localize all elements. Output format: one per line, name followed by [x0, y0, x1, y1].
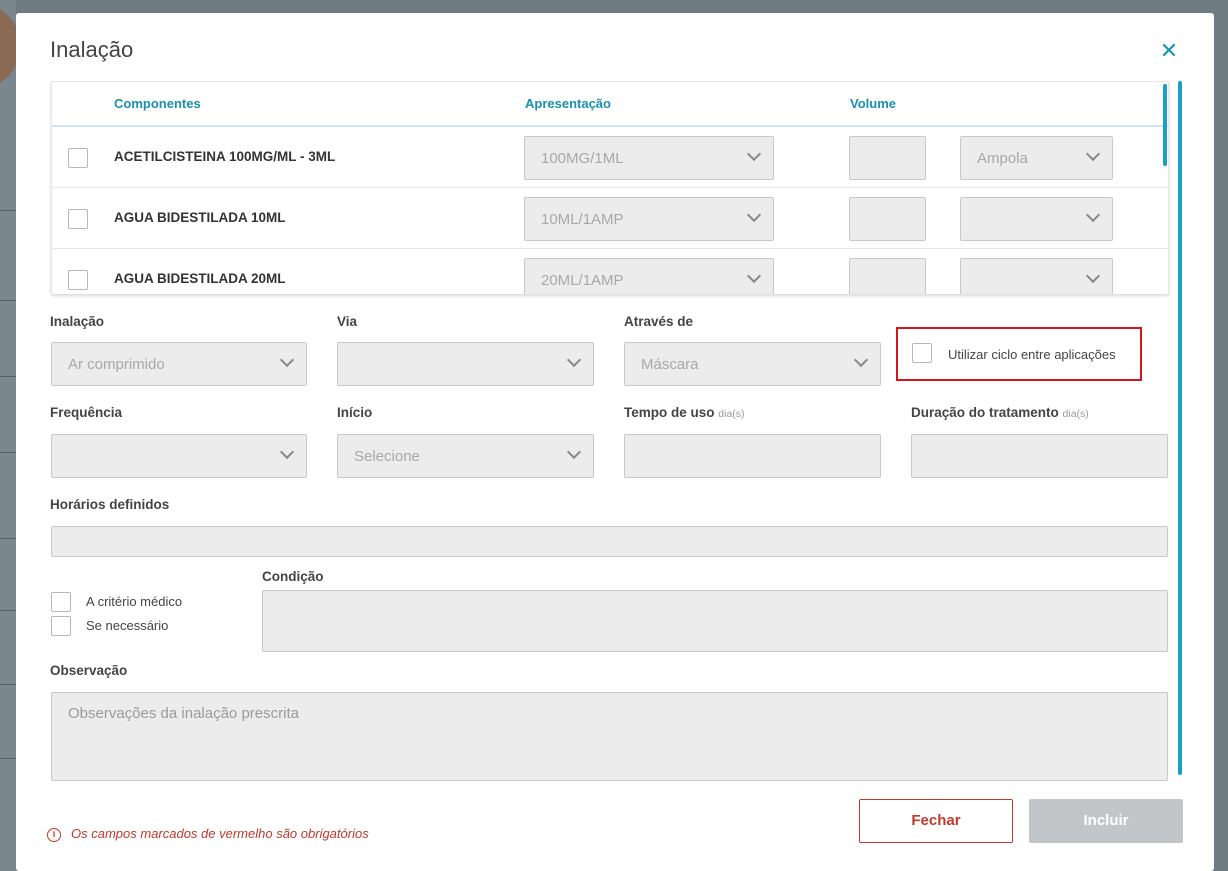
component-name: AGUA BIDESTILADA 20ML — [114, 271, 286, 286]
info-icon: i — [47, 828, 61, 842]
background-divider — [0, 758, 16, 759]
components-table: Componentes Apresentação Volume ACETILCI… — [51, 81, 1169, 294]
close-icon[interactable]: ✕ — [1159, 40, 1179, 62]
via-label: Via — [337, 314, 358, 329]
horarios-input[interactable] — [51, 526, 1168, 557]
unidade-select[interactable]: Ampola — [960, 136, 1113, 180]
duracao-label-text: Duração do tratamento — [911, 405, 1059, 420]
background-divider — [0, 300, 16, 301]
apresentacao-select[interactable]: 10ML/1AMP — [524, 197, 774, 241]
apresentacao-value: 20ML/1AMP — [541, 272, 624, 289]
inicio-label: Início — [337, 405, 373, 420]
row-checkbox[interactable] — [68, 270, 88, 290]
unidade-value: Ampola — [977, 150, 1028, 167]
atraves-label: Através de — [624, 314, 694, 329]
apresentacao-value: 10ML/1AMP — [541, 211, 624, 228]
chevron-down-icon — [1085, 207, 1101, 223]
cycle-highlight-box: Utilizar ciclo entre aplicações — [896, 327, 1142, 381]
required-fields-note: Os campos marcados de vermelho são obrig… — [71, 826, 369, 841]
inalacao-label: Inalação — [50, 314, 105, 329]
volume-input[interactable] — [849, 136, 926, 180]
inicio-select[interactable]: Selecione — [337, 434, 594, 478]
background-divider — [0, 610, 16, 611]
table-header: Componentes Apresentação Volume — [52, 82, 1168, 127]
chevron-down-icon — [1085, 146, 1101, 162]
incluir-button[interactable]: Incluir — [1029, 799, 1183, 843]
background-strip — [0, 0, 16, 871]
unidade-select[interactable] — [960, 197, 1113, 241]
tempo-uso-unit: dia(s) — [718, 408, 745, 420]
table-row: AGUA BIDESTILADA 10ML 10ML/1AMP — [52, 188, 1168, 249]
component-name: ACETILCISTEINA 100MG/ML - 3ML — [114, 149, 336, 164]
chevron-down-icon — [853, 352, 869, 368]
chevron-down-icon — [746, 207, 762, 223]
criterio-medico-label: A critério médico — [86, 594, 183, 609]
inhalation-modal: Inalação ✕ Componentes Apresentação Volu… — [16, 13, 1214, 871]
row-checkbox[interactable] — [68, 209, 88, 229]
background-divider — [0, 210, 16, 211]
background-divider — [0, 452, 16, 453]
criterio-medico-checkbox[interactable] — [51, 592, 71, 612]
observacao-label: Observação — [50, 663, 128, 678]
chevron-down-icon — [746, 146, 762, 162]
background-divider — [0, 376, 16, 377]
modal-title: Inalação — [50, 37, 134, 62]
chevron-down-icon — [746, 268, 762, 284]
header-apresentacao: Apresentação — [525, 96, 611, 111]
background-divider — [0, 684, 16, 685]
chevron-down-icon — [1085, 268, 1101, 284]
fechar-button[interactable]: Fechar — [859, 799, 1013, 843]
header-volume: Volume — [850, 96, 896, 111]
row-checkbox[interactable] — [68, 148, 88, 168]
chevron-down-icon — [566, 444, 582, 460]
tempo-uso-input[interactable] — [624, 434, 881, 478]
observacao-textarea[interactable]: Observações da inalação prescrita — [51, 692, 1168, 781]
background-divider — [0, 538, 16, 539]
apresentacao-select[interactable]: 100MG/1ML — [524, 136, 774, 180]
modal-scrollbar[interactable] — [1178, 81, 1182, 775]
tempo-uso-label-text: Tempo de uso — [624, 405, 715, 420]
via-select[interactable] — [337, 342, 594, 386]
apresentacao-value: 100MG/1ML — [541, 150, 624, 167]
atraves-value: Máscara — [641, 356, 699, 373]
ciclo-checkbox[interactable] — [912, 343, 932, 363]
apresentacao-select[interactable]: 20ML/1AMP — [524, 258, 774, 294]
header-componentes: Componentes — [114, 96, 201, 111]
ciclo-label: Utilizar ciclo entre aplicações — [948, 347, 1116, 362]
chevron-down-icon — [279, 352, 295, 368]
component-name: AGUA BIDESTILADA 10ML — [114, 210, 286, 225]
frequencia-label: Frequência — [50, 405, 123, 420]
inalacao-value: Ar comprimido — [68, 356, 165, 373]
se-necessario-checkbox[interactable] — [51, 616, 71, 636]
volume-input[interactable] — [849, 197, 926, 241]
chevron-down-icon — [566, 352, 582, 368]
unidade-select[interactable] — [960, 258, 1113, 294]
duracao-unit: dia(s) — [1062, 408, 1089, 420]
atraves-select[interactable]: Máscara — [624, 342, 881, 386]
table-row: AGUA BIDESTILADA 20ML 20ML/1AMP — [52, 249, 1168, 294]
table-row: ACETILCISTEINA 100MG/ML - 3ML 100MG/1ML … — [52, 127, 1168, 188]
duracao-label: Duração do tratamento dia(s) — [911, 405, 1089, 420]
volume-input[interactable] — [849, 258, 926, 294]
se-necessario-label: Se necessário — [86, 618, 169, 633]
observacao-placeholder: Observações da inalação prescrita — [68, 705, 299, 722]
duracao-input[interactable] — [911, 434, 1168, 478]
inalacao-select[interactable]: Ar comprimido — [51, 342, 307, 386]
tempo-uso-label: Tempo de uso dia(s) — [624, 405, 745, 420]
frequencia-select[interactable] — [51, 434, 307, 478]
horarios-label: Horários definidos — [50, 497, 170, 512]
inicio-value: Selecione — [354, 448, 420, 465]
chevron-down-icon — [279, 444, 295, 460]
condicao-label: Condição — [262, 569, 324, 584]
condicao-textarea[interactable] — [262, 590, 1168, 652]
